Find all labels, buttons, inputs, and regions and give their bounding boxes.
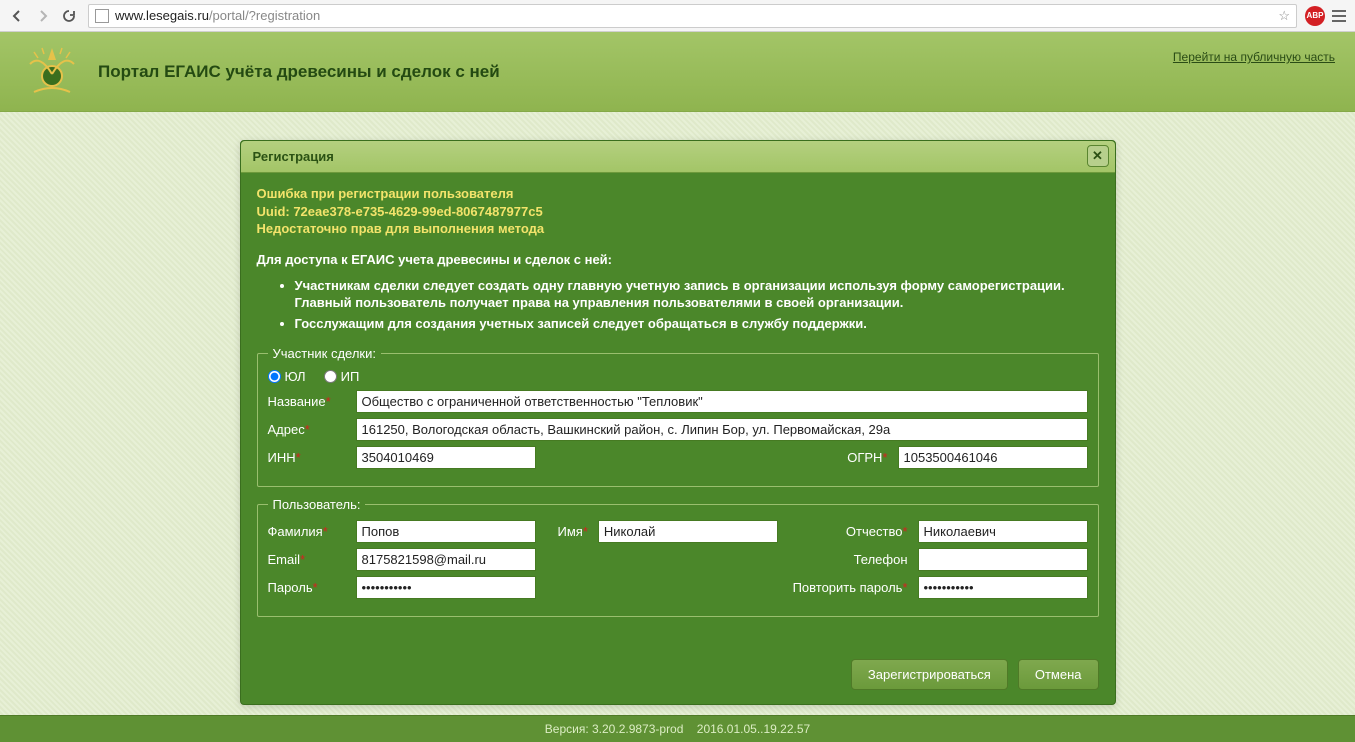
register-button[interactable]: Зарегистрироваться [851, 659, 1008, 690]
page-icon [95, 9, 109, 23]
dialog-title: Регистрация [253, 149, 334, 164]
bullet-2: Госслужащим для создания учетных записей… [295, 315, 1099, 333]
reload-button[interactable] [58, 5, 80, 27]
label-phone: Телефон [854, 552, 908, 567]
password-input[interactable] [356, 576, 536, 599]
participant-legend: Участник сделки: [268, 346, 382, 361]
label-address: Адрес [268, 422, 305, 437]
label-inn: ИНН [268, 450, 296, 465]
label-patronymic: Отчество [846, 524, 903, 539]
site-header: Портал ЕГАИС учёта древесины и сделок с … [0, 32, 1355, 112]
label-name: Название [268, 394, 326, 409]
intro-text: Для доступа к ЕГАИС учета древесины и сд… [257, 252, 1099, 267]
radio-ip[interactable] [324, 370, 337, 383]
email-input[interactable] [356, 548, 536, 571]
registration-dialog: Регистрация ✕ Ошибка при регистрации пол… [240, 140, 1116, 705]
close-icon[interactable]: ✕ [1087, 145, 1109, 167]
user-legend: Пользователь: [268, 497, 366, 512]
url-path: /portal/?registration [209, 8, 320, 23]
error-line-3: Недостаточно прав для выполнения метода [257, 220, 1099, 238]
name-input[interactable] [356, 390, 1088, 413]
label-firstname: Имя [558, 524, 583, 539]
error-block: Ошибка при регистрации пользователя Uuid… [257, 185, 1099, 238]
page-background: Портал ЕГАИС учёта древесины и сделок с … [0, 32, 1355, 742]
user-fieldset: Пользователь: Фамилия* Имя* Отчество* Em… [257, 497, 1099, 617]
label-email: Email [268, 552, 301, 567]
firstname-input[interactable] [598, 520, 778, 543]
radio-ul[interactable] [268, 370, 281, 383]
bookmark-star-icon[interactable]: ☆ [1278, 8, 1290, 24]
participant-fieldset: Участник сделки: ЮЛ ИП Название* [257, 346, 1099, 487]
address-input[interactable] [356, 418, 1088, 441]
footer-bar: Версия: 3.20.2.9873-prod 2016.01.05..19.… [0, 715, 1355, 742]
radio-ip-label[interactable]: ИП [324, 369, 360, 384]
label-lastname: Фамилия [268, 524, 323, 539]
site-logo [24, 44, 80, 100]
public-part-link[interactable]: Перейти на публичную часть [1173, 50, 1335, 64]
url-bar[interactable]: www.lesegais.ru/portal/?registration ☆ [88, 4, 1297, 28]
radio-ul-label[interactable]: ЮЛ [268, 369, 306, 384]
intro-bullets: Участникам сделки следует создать одну г… [295, 277, 1099, 333]
hamburger-menu-icon[interactable] [1329, 10, 1349, 22]
inn-input[interactable] [356, 446, 536, 469]
label-ogrn: ОГРН [847, 450, 882, 465]
site-title: Портал ЕГАИС учёта древесины и сделок с … [98, 62, 500, 82]
abp-icon[interactable]: ABP [1305, 6, 1325, 26]
footer-date: 2016.01.05..19.22.57 [697, 722, 810, 736]
phone-input[interactable] [918, 548, 1088, 571]
bullet-1: Участникам сделки следует создать одну г… [295, 277, 1099, 312]
label-password2: Повторить пароль [793, 580, 903, 595]
browser-toolbar: www.lesegais.ru/portal/?registration ☆ A… [0, 0, 1355, 32]
ogrn-input[interactable] [898, 446, 1088, 469]
forward-button[interactable] [32, 5, 54, 27]
label-password: Пароль [268, 580, 313, 595]
error-line-1: Ошибка при регистрации пользователя [257, 185, 1099, 203]
lastname-input[interactable] [356, 520, 536, 543]
error-line-2: Uuid: 72eae378-e735-4629-99ed-8067487977… [257, 203, 1099, 221]
patronymic-input[interactable] [918, 520, 1088, 543]
cancel-button[interactable]: Отмена [1018, 659, 1099, 690]
url-host: www.lesegais.ru [115, 8, 209, 23]
dialog-title-bar: Регистрация ✕ [241, 141, 1115, 173]
footer-version: Версия: 3.20.2.9873-prod [545, 722, 684, 736]
password2-input[interactable] [918, 576, 1088, 599]
back-button[interactable] [6, 5, 28, 27]
